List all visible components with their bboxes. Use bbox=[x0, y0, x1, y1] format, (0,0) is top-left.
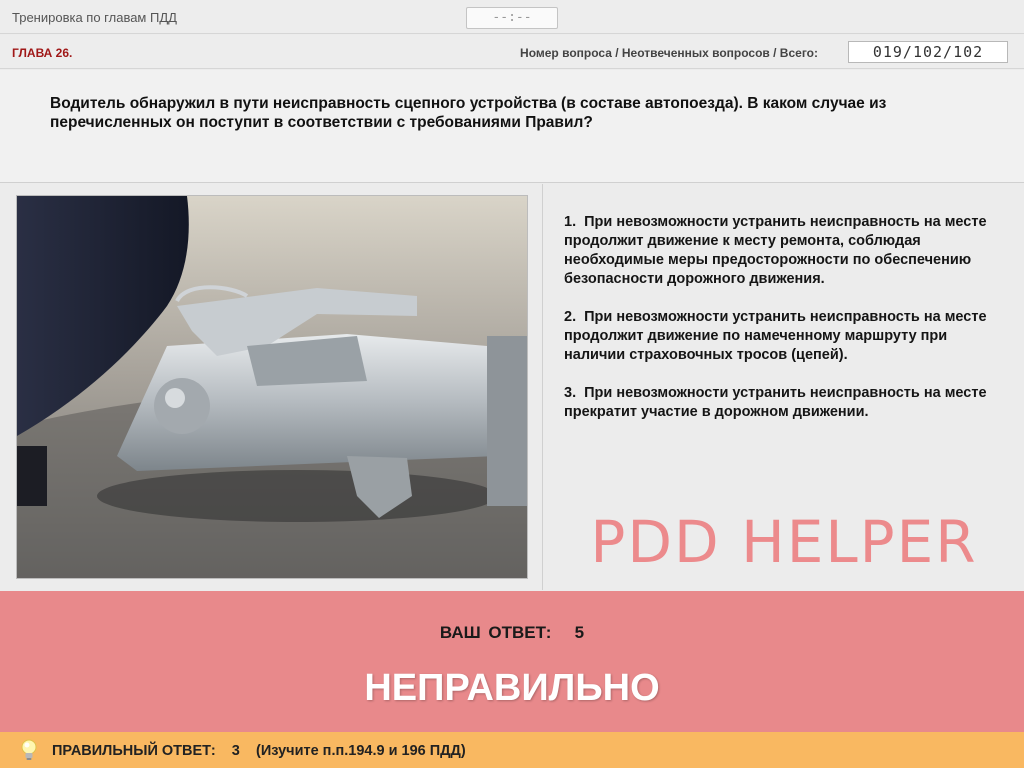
answer-text: При невозможности устранить неисправност… bbox=[564, 309, 987, 363]
pdd-helper-logo: PDD HELPER bbox=[590, 508, 977, 576]
chapter-bar: ГЛАВА 26. Номер вопроса / Неотвеченных в… bbox=[0, 35, 1024, 69]
your-answer: ВАШ ОТВЕТ: 5 bbox=[0, 623, 1024, 643]
chapter-label: ГЛАВА 26. bbox=[12, 46, 73, 60]
answer-option-3[interactable]: 3. При невозможности устранить неисправн… bbox=[564, 384, 1004, 422]
correct-answer-value: 3 bbox=[231, 743, 240, 759]
question-panel: Водитель обнаружил в пути неисправность … bbox=[0, 70, 1024, 183]
answer-text: При невозможности устранить неисправност… bbox=[564, 385, 987, 420]
svg-text:PDD HELPER: PDD HELPER bbox=[590, 508, 977, 576]
your-answer-value: 5 bbox=[574, 623, 585, 642]
answer-number: 3. bbox=[564, 385, 577, 401]
correct-answer-hint: (Изучите п.п.194.9 и 196 ПДД) bbox=[256, 743, 466, 759]
app-title: Тренировка по главам ПДД bbox=[12, 10, 177, 25]
timer-display: --:-- bbox=[466, 7, 558, 29]
correct-answer-label: ПРАВИЛЬНЫЙ ОТВЕТ: bbox=[52, 743, 216, 759]
question-counter-label: Номер вопроса / Неотвеченных вопросов / … bbox=[520, 46, 818, 60]
question-image bbox=[16, 195, 528, 579]
your-answer-label: ВАШ ОТВЕТ: bbox=[439, 623, 552, 642]
answer-number: 1. bbox=[564, 214, 577, 230]
answer-option-2[interactable]: 2. При невозможности устранить неисправн… bbox=[564, 308, 1004, 365]
question-text: Водитель обнаружил в пути неисправность … bbox=[50, 95, 887, 131]
title-bar: Тренировка по главам ПДД --:-- bbox=[0, 0, 1024, 34]
content-area: 1. При невозможности устранить неисправн… bbox=[0, 184, 1024, 590]
result-banner: ВАШ ОТВЕТ: 5 НЕПРАВИЛЬНО bbox=[0, 591, 1024, 732]
image-panel bbox=[0, 184, 543, 590]
answer-text: При невозможности устранить неисправност… bbox=[564, 214, 987, 287]
answer-number: 2. bbox=[564, 309, 577, 325]
correct-answer-text: ПРАВИЛЬНЫЙ ОТВЕТ: 3 (Изучите п.п.194.9 и… bbox=[52, 743, 466, 759]
answer-list: 1. При невозможности устранить неисправн… bbox=[564, 213, 1004, 441]
verdict-text: НЕПРАВИЛЬНО bbox=[364, 667, 660, 709]
lightbulb-icon bbox=[21, 739, 37, 760]
question-counter: 019/102/102 bbox=[848, 41, 1008, 63]
answer-option-1[interactable]: 1. При невозможности устранить неисправн… bbox=[564, 213, 1004, 289]
answers-panel: 1. При невозможности устранить неисправн… bbox=[544, 184, 1024, 590]
correct-answer-bar: ПРАВИЛЬНЫЙ ОТВЕТ: 3 (Изучите п.п.194.9 и… bbox=[0, 732, 1024, 768]
